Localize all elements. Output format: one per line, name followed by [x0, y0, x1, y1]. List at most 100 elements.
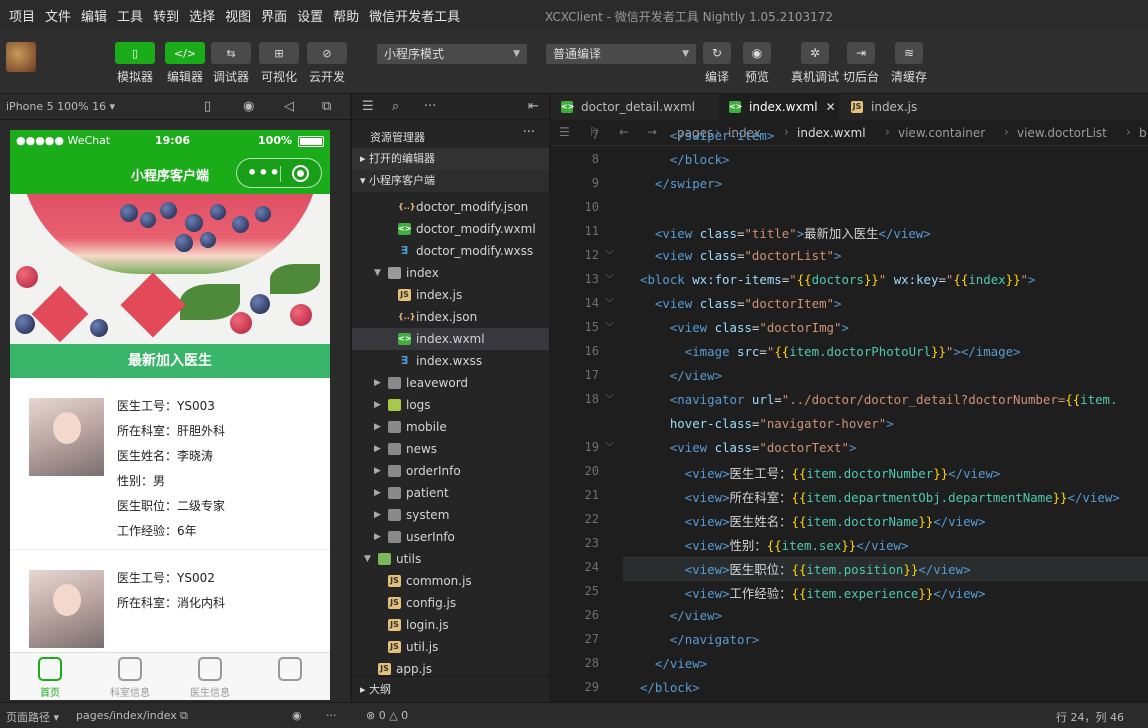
- capsule-menu[interactable]: •••: [236, 158, 322, 188]
- folder-item[interactable]: ▶ news: [352, 438, 549, 460]
- folder-item[interactable]: ▶ orderInfo: [352, 460, 549, 482]
- file-item[interactable]: JS index.js: [352, 284, 549, 306]
- chevron-icon[interactable]: ▶: [374, 460, 381, 482]
- toolbar-button-switch[interactable]: ⇥ 切后台: [839, 42, 883, 85]
- folder-item[interactable]: ▼ index: [352, 262, 549, 284]
- doctor-card[interactable]: 医生工号：YS003 所在科室：肝胆外科 医生姓名：李晓涛 性别：男 医生职位：二级专家…: [10, 378, 330, 550]
- menu-item[interactable]: 编辑: [76, 6, 112, 25]
- toolbar-button-phone[interactable]: ▯ 模拟器: [110, 42, 160, 85]
- fold-chevron-icon[interactable]: ⌵: [606, 246, 614, 257]
- banner-swiper[interactable]: [10, 194, 330, 344]
- toolbar-button-cloud[interactable]: ⊘ 云开发: [302, 42, 352, 85]
- chevron-icon[interactable]: ▶: [374, 372, 381, 394]
- toolbar-button-layout[interactable]: ⊞ 可视化: [254, 42, 304, 85]
- toolbar-button-refresh[interactable]: ↻ 编译: [695, 42, 739, 85]
- chevron-icon[interactable]: ▶: [374, 526, 381, 548]
- project-section[interactable]: ▾ 小程序客户端: [352, 170, 549, 192]
- menu-item[interactable]: 项目: [4, 6, 40, 25]
- chevron-icon[interactable]: ▶: [374, 482, 381, 504]
- more-icon[interactable]: ···: [326, 709, 337, 722]
- page-path[interactable]: pages/index/index: [76, 709, 177, 722]
- chevron-icon[interactable]: ▼: [374, 262, 381, 284]
- folder-item[interactable]: ▶ leaveword: [352, 372, 549, 394]
- menu-item[interactable]: 视图: [220, 6, 256, 25]
- file-item[interactable]: JS config.js: [352, 592, 549, 614]
- folder-item[interactable]: ▼ utils: [352, 548, 549, 570]
- avatar[interactable]: [6, 42, 36, 72]
- menu-item[interactable]: 帮助: [328, 6, 364, 25]
- more-icon[interactable]: ···: [424, 99, 436, 114]
- chevron-icon[interactable]: ▶: [374, 504, 381, 526]
- folder-item[interactable]: ▶ userInfo: [352, 526, 549, 548]
- mode-select[interactable]: 小程序模式 ▼: [377, 44, 527, 64]
- breadcrumb-item[interactable]: index.wxml: [797, 126, 866, 140]
- breadcrumb-item[interactable]: view.container: [898, 126, 985, 140]
- chevron-icon[interactable]: ▶: [374, 394, 381, 416]
- code-area[interactable]: 7 </swiper-item> 8 </block> 9 </swiper> 10 1…: [551, 128, 1148, 702]
- tab-home[interactable]: 首页: [10, 653, 90, 700]
- tab-cart[interactable]: 医生信息: [170, 653, 250, 700]
- phone-icon[interactable]: ▯: [204, 99, 211, 114]
- tab-grid[interactable]: 科室信息: [90, 653, 170, 700]
- file-item[interactable]: <> doctor_modify.wxml: [352, 218, 549, 240]
- volume-icon[interactable]: ◁: [284, 99, 294, 114]
- tab-user[interactable]: [250, 653, 330, 700]
- menu-item[interactable]: 文件: [40, 6, 76, 25]
- file-item[interactable]: JS login.js: [352, 614, 549, 636]
- chevron-icon[interactable]: ▶: [374, 438, 381, 460]
- close-icon[interactable]: ✕: [826, 100, 836, 114]
- open-editors-section[interactable]: ▸ 打开的编辑器: [352, 148, 549, 170]
- chevron-icon[interactable]: ▶: [374, 416, 381, 438]
- file-item[interactable]: JS common.js: [352, 570, 549, 592]
- breadcrumb-item[interactable]: view.doctorList: [1017, 126, 1107, 140]
- menu-item[interactable]: 界面: [256, 6, 292, 25]
- fold-chevron-icon[interactable]: ⌵: [606, 318, 614, 329]
- menu-item[interactable]: 转到: [148, 6, 184, 25]
- more-icon[interactable]: •••: [247, 163, 281, 182]
- file-item[interactable]: <> index.wxml: [352, 328, 549, 350]
- file-item[interactable]: JS util.js: [352, 636, 549, 658]
- toolbar-button-code[interactable]: </> 编辑器: [160, 42, 210, 85]
- toolbar-button-debug[interactable]: ⇆ 调试器: [206, 42, 256, 85]
- folder-item[interactable]: ▶ logs: [352, 394, 549, 416]
- fold-chevron-icon[interactable]: ⌵: [606, 438, 614, 449]
- outline-section[interactable]: ▸ 大纲: [352, 676, 549, 702]
- file-item[interactable]: {..} doctor_modify.json: [352, 196, 549, 218]
- menu-item[interactable]: 选择: [184, 6, 220, 25]
- popout-icon[interactable]: ⧉: [322, 99, 331, 114]
- menu-item[interactable]: 微信开发者工具: [364, 6, 465, 25]
- folder-item[interactable]: ▶ system: [352, 504, 549, 526]
- chevron-icon[interactable]: ▼: [364, 548, 371, 570]
- fold-chevron-icon[interactable]: ⌵: [606, 390, 614, 401]
- editor-tab[interactable]: <> doctor_detail.wxml: [551, 94, 717, 120]
- folder-item[interactable]: ▶ patient: [352, 482, 549, 504]
- folder-item[interactable]: ▶ mobile: [352, 416, 549, 438]
- file-item[interactable]: {..} index.json: [352, 306, 549, 328]
- page-path-select[interactable]: 页面路径 ▾: [6, 709, 59, 725]
- toolbar-button-layers[interactable]: ≋ 清缓存: [887, 42, 931, 85]
- device-select[interactable]: iPhone 5 100% 16 ▾: [6, 100, 115, 113]
- record-icon[interactable]: ◉: [243, 99, 254, 114]
- file-item[interactable]: ∃ doctor_modify.wxss: [352, 240, 549, 262]
- search-icon[interactable]: ⌕: [392, 99, 399, 114]
- copy-icon[interactable]: ⧉: [180, 709, 188, 723]
- menu-item[interactable]: 设置: [292, 6, 328, 25]
- back-icon[interactable]: ←: [619, 125, 629, 139]
- eye-icon[interactable]: ◉: [292, 709, 302, 722]
- list-icon[interactable]: ☰: [362, 99, 374, 114]
- file-item[interactable]: ∃ index.wxss: [352, 350, 549, 372]
- more-icon[interactable]: ···: [523, 125, 535, 140]
- cursor-position[interactable]: 行 24，列 46: [1056, 709, 1124, 725]
- fold-chevron-icon[interactable]: ⌵: [606, 294, 614, 305]
- toolbar-button-eye[interactable]: ◉ 预览: [735, 42, 779, 85]
- menu-item[interactable]: 工具: [112, 6, 148, 25]
- editor-tab[interactable]: JS index.js: [841, 94, 951, 120]
- fold-chevron-icon[interactable]: ⌵: [606, 270, 614, 281]
- collapse-panel-icon[interactable]: ⇤: [528, 99, 539, 114]
- problems-indicator[interactable]: ⊗ 0 △ 0: [366, 709, 408, 722]
- breadcrumb-item[interactable]: b: [1139, 126, 1147, 140]
- close-target-icon[interactable]: [292, 165, 309, 182]
- compile-select[interactable]: 普通编译 ▼: [546, 44, 696, 64]
- toolbar-button-bug[interactable]: ✲ 真机调试: [787, 42, 843, 85]
- editor-tab[interactable]: <> index.wxml ✕: [719, 94, 839, 120]
